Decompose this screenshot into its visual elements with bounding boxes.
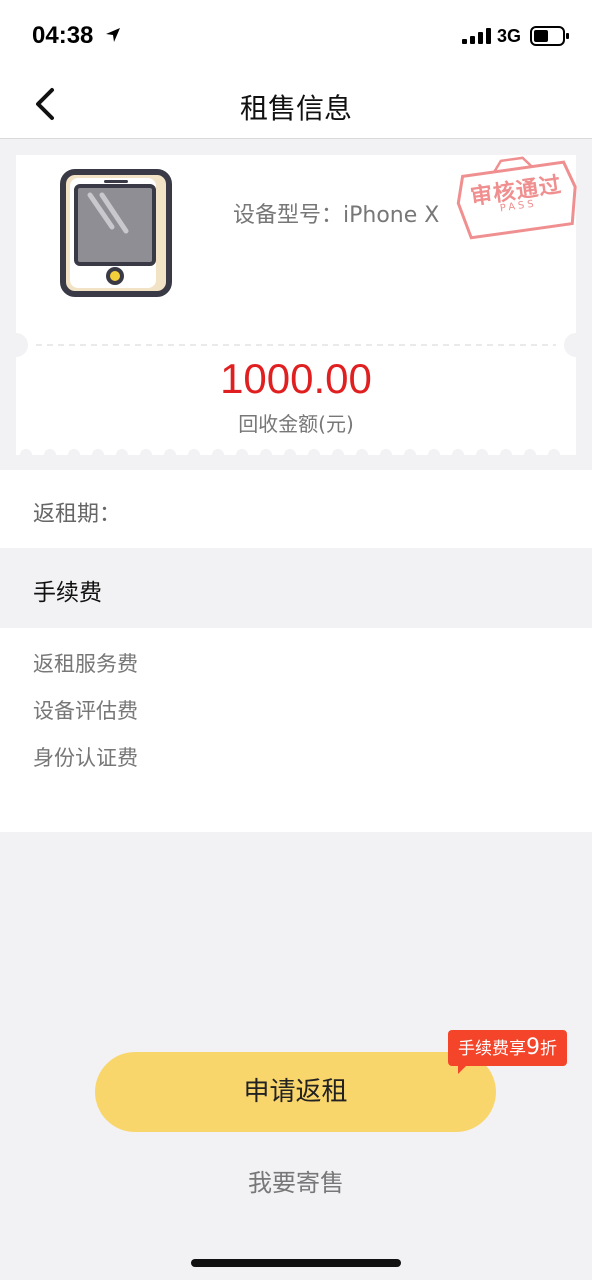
status-bar: 04:38 3G [0,0,592,70]
rent-back-period-row: 返租期： [0,470,592,548]
device-model-label: 设备型号：iPhone X [233,203,440,228]
badge-text: 手续费享 [458,1039,526,1059]
apply-rent-back-button[interactable]: 申请返租 [95,1052,496,1132]
device-ticket-card: 设备型号：iPhone X 审核通过 PASS 1000.00 回收金额(元) [16,155,577,455]
badge-suffix: 折 [540,1039,557,1059]
signal-bars-icon [462,28,491,44]
fee-item-identity: 身份认证费 [33,746,138,770]
battery-icon [530,26,569,46]
recovery-amount: 1000.00 [220,355,372,402]
rent-back-period-label: 返租期： [33,502,122,527]
fee-discount-badge: 手续费享9折 [448,1030,567,1066]
location-arrow-icon [106,28,120,42]
fee-section-title: 手续费 [33,580,102,606]
fee-list: 返租服务费 设备评估费 身份认证费 [0,628,592,832]
recovery-amount-label: 回收金额(元) [238,412,354,436]
network-type: 3G [497,26,522,46]
consign-sale-button[interactable]: 我要寄售 [0,1163,592,1198]
page-title: 租售信息 [239,92,352,125]
fee-item-evaluation: 设备评估费 [33,699,138,723]
home-indicator[interactable] [191,1259,401,1267]
status-time: 04:38 [32,22,94,49]
fee-item-service: 返租服务费 [33,652,138,676]
badge-tail [458,1064,468,1074]
badge-number: 9 [526,1035,540,1060]
fee-section-header: 手续费 [0,548,592,628]
approved-stamp: 审核通过 PASS [446,138,589,255]
nav-bar: 租售信息 [0,70,592,139]
tablet-icon [60,169,172,297]
